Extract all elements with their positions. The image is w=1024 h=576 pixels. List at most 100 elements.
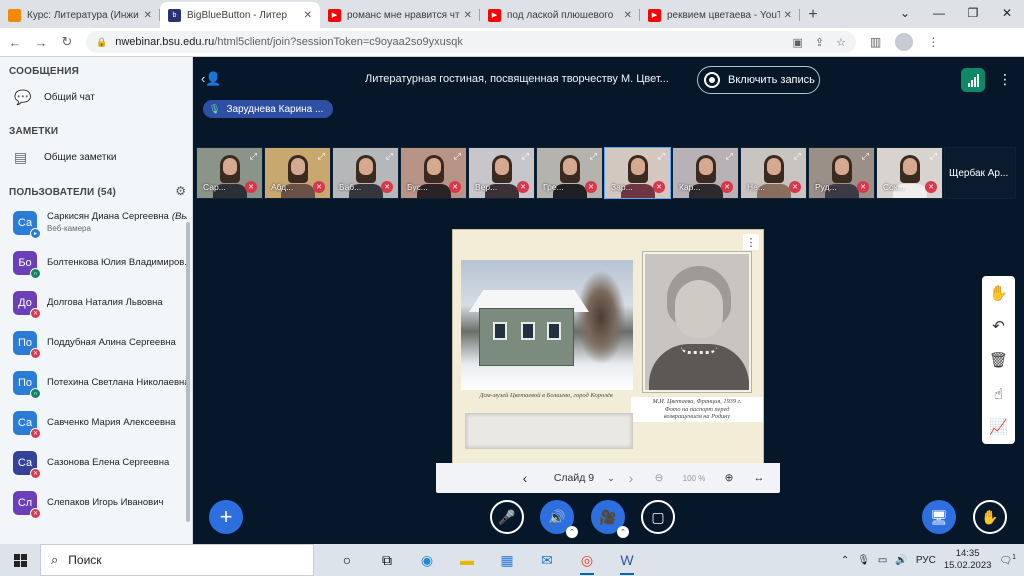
forward-arrow-icon[interactable]: → — [30, 31, 52, 53]
lock-icon[interactable]: 🔒 — [96, 37, 107, 48]
close-window-icon[interactable]: ✕ — [990, 0, 1024, 26]
user-list-item[interactable]: Са▸ Саркисян Диана Сергеевна(Вы) Веб-камер… — [0, 203, 192, 243]
webcam-tile[interactable]: ⤢ Сар... ✕ — [196, 147, 263, 199]
webcam-tile[interactable]: ⤢ Не... ✕ — [740, 147, 807, 199]
hand-pan-icon[interactable]: ✋ — [989, 284, 1008, 302]
user-list-item[interactable]: Бо ∩ Болтенкова Юлия Владимиров... — [0, 243, 192, 283]
user-list-item[interactable]: Сл ✕ Слепаков Игорь Иванович — [0, 483, 192, 523]
close-tab-icon[interactable]: ✕ — [464, 10, 472, 21]
minimize-icon[interactable]: — — [922, 0, 956, 26]
talking-indicator[interactable]: 🎙 Заруднева Карина ... — [203, 100, 334, 118]
browser-tab[interactable]: ▶ реквием цветаева - YouT ✕ — [640, 2, 800, 28]
public-chat-item[interactable]: 💬 Общий чат — [0, 82, 192, 112]
task-view-icon[interactable]: ⧉ — [368, 544, 406, 576]
expand-icon[interactable]: ⤢ — [250, 151, 257, 162]
clock[interactable]: 14:35 15.02.2023 — [944, 548, 992, 572]
chrome-icon[interactable]: ◎ — [568, 544, 606, 576]
camera-icon[interactable]: ▣ — [793, 36, 803, 49]
language-indicator[interactable]: РУС — [916, 555, 936, 566]
camera-button[interactable]: 🎥 ⌃ — [591, 500, 629, 538]
sidepanel-icon[interactable]: ▥ — [870, 35, 881, 49]
expand-icon[interactable]: ⤢ — [930, 151, 937, 162]
toggle-userlist-icon[interactable]: ‹👤 — [201, 71, 222, 87]
actions-plus-button[interactable]: + — [209, 500, 243, 534]
profile-avatar[interactable] — [895, 33, 914, 51]
record-button[interactable]: Включить запись — [697, 66, 820, 94]
sidebar-scrollbar[interactable] — [186, 222, 190, 522]
webcam-tile[interactable]: ⤢ Бус... ✕ — [400, 147, 467, 199]
chevron-up-icon[interactable]: ⌃ — [841, 555, 849, 566]
microphone-tray-icon[interactable]: 🎙 — [857, 555, 870, 566]
webcam-tile[interactable]: ⤢ Вер... ✕ — [468, 147, 535, 199]
mail-icon[interactable]: ✉ — [528, 544, 566, 576]
close-tab-icon[interactable]: ✕ — [624, 10, 632, 21]
expand-icon[interactable]: ⤢ — [522, 151, 529, 162]
close-tab-icon[interactable]: ✕ — [144, 10, 152, 21]
new-tab-button[interactable]: + — [800, 2, 826, 28]
presentation-toggle-button[interactable]: 🖥 — [922, 500, 956, 534]
expand-icon[interactable]: ⤢ — [658, 151, 665, 162]
share-icon[interactable]: ⇪ — [815, 36, 824, 49]
expand-icon[interactable]: ⤢ — [726, 151, 733, 162]
webcam-tile-no-video[interactable]: Щербак Ар... — [944, 147, 1016, 199]
audio-button[interactable]: 🔊 ⌃ — [540, 500, 578, 538]
expand-icon[interactable]: ⤢ — [590, 151, 597, 162]
browser-tab[interactable]: ▶ романс мне нравится чт ✕ — [320, 2, 480, 28]
expand-icon[interactable]: ⤢ — [454, 151, 461, 162]
slide-options-icon[interactable]: ⋮ — [743, 234, 759, 250]
options-menu-icon[interactable]: ⋮ — [998, 71, 1012, 88]
webcam-tile[interactable]: ⤢ Гре... ✕ — [536, 147, 603, 199]
user-list-item[interactable]: По ✕ Поддубная Алина Сергеевна — [0, 323, 192, 363]
file-explorer-icon[interactable]: ▬ — [448, 544, 486, 576]
chevron-down-icon[interactable]: ⌄ — [888, 0, 922, 26]
expand-icon[interactable]: ⤢ — [862, 151, 869, 162]
chevron-down-icon[interactable]: ⌄ — [604, 473, 618, 484]
browser-tab[interactable]: ▶ под лаской плюшевого ✕ — [480, 2, 640, 28]
restore-icon[interactable]: ❐ — [956, 0, 990, 26]
expand-icon[interactable]: ⤢ — [318, 151, 325, 162]
cortana-icon[interactable]: ○ — [328, 544, 366, 576]
browser-tab[interactable]: Курс: Литература (Инжи ✕ — [0, 2, 160, 28]
windows-start-icon[interactable] — [0, 544, 40, 576]
webcam-tile[interactable]: ⤢ Абд... ✕ — [264, 147, 331, 199]
zoom-out-icon[interactable]: ⊖ — [644, 472, 674, 484]
browser-tab[interactable]: b BigBlueButton - Литер ✕ — [160, 2, 320, 28]
user-list-item[interactable]: До ✕ Долгова Наталия Львовна — [0, 283, 192, 323]
webcam-tile[interactable]: ⤢ Баб... ✕ — [332, 147, 399, 199]
user-list-item[interactable]: По ∩ Потехина Светлана Николаевна — [0, 363, 192, 403]
expand-icon[interactable]: ⤢ — [794, 151, 801, 162]
undo-icon[interactable]: ↶ — [992, 317, 1005, 335]
store-icon[interactable]: ▦ — [488, 544, 526, 576]
user-list-item[interactable]: Са ✕ Савченко Мария Алексеевна — [0, 403, 192, 443]
gear-icon[interactable]: ⚙ — [175, 184, 186, 198]
mute-mic-button[interactable]: 🎤 — [490, 500, 524, 534]
network-icon[interactable]: ▭ — [878, 555, 887, 566]
url-field[interactable]: 🔒 nwebinar.bsu.edu.ru/html5client/join?s… — [86, 31, 856, 53]
multi-user-icon[interactable]: ☝ — [994, 385, 1003, 403]
back-arrow-icon[interactable]: ← — [4, 31, 26, 53]
fit-width-icon[interactable]: ↔ — [744, 472, 774, 484]
star-icon[interactable]: ☆ — [836, 36, 846, 49]
raise-hand-button[interactable]: ✋ — [973, 500, 1007, 534]
close-tab-icon[interactable]: ✕ — [784, 10, 792, 21]
webcam-tile[interactable]: ⤢ Зар... ✕ — [604, 147, 671, 199]
reload-icon[interactable]: ↻ — [56, 31, 78, 53]
word-icon[interactable]: W — [608, 544, 646, 576]
connection-status-icon[interactable] — [961, 68, 985, 92]
taskbar-search-input[interactable]: ⌕ Поиск — [40, 544, 314, 576]
expand-icon[interactable]: ⤢ — [386, 151, 393, 162]
webcam-tile[interactable]: ⤢ Руд... ✕ — [808, 147, 875, 199]
shared-notes-item[interactable]: ▤ Общие заметки — [0, 142, 192, 172]
volume-icon[interactable]: 🔊 — [895, 555, 907, 566]
zoom-in-icon[interactable]: ⊕ — [714, 472, 744, 484]
trash-icon[interactable]: 🗑 — [989, 351, 1008, 369]
screen-share-button[interactable]: ▢ — [641, 500, 675, 534]
user-list-item[interactable]: Са ✕ Сазонова Елена Сергеевна — [0, 443, 192, 483]
draw-chart-icon[interactable]: 📈 — [989, 418, 1008, 436]
webcam-tile[interactable]: ⤢ Сок... ✕ — [876, 147, 943, 199]
notifications-icon[interactable]: 🗨1 — [999, 554, 1016, 566]
webcam-tile[interactable]: ⤢ Кар... ✕ — [672, 147, 739, 199]
prev-slide-icon[interactable]: ‹ — [506, 470, 544, 486]
slide-selector[interactable]: Слайд 9 — [544, 472, 604, 484]
menu-dots-icon[interactable]: ⋮ — [927, 35, 939, 49]
